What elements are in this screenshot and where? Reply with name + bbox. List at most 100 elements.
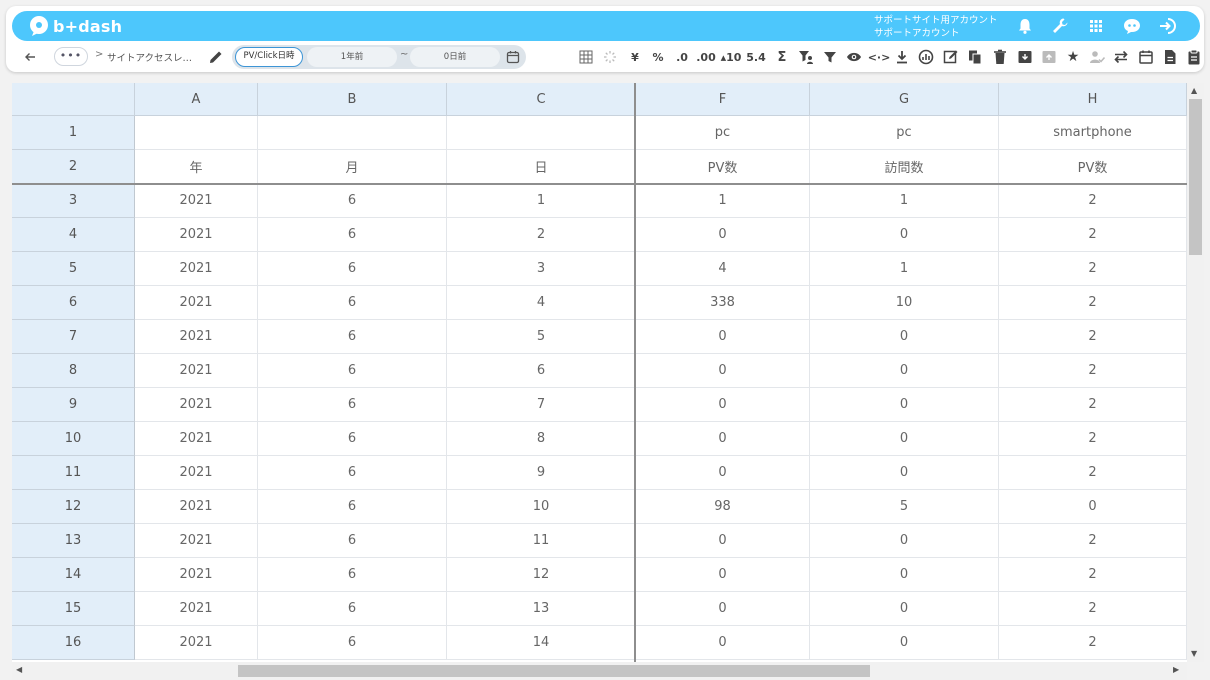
grid-cell[interactable]: 8 <box>447 422 636 456</box>
row-header[interactable]: 13 <box>12 524 135 558</box>
grid-cell[interactable]: 0 <box>810 626 999 660</box>
row-header[interactable]: 2 <box>12 150 135 184</box>
grid-cell[interactable]: 2 <box>999 388 1187 422</box>
grid-cell[interactable]: 1 <box>636 184 810 218</box>
grid-cell[interactable]: 2 <box>999 354 1187 388</box>
row-header[interactable]: 12 <box>12 490 135 524</box>
edit-note-icon[interactable] <box>942 48 960 66</box>
grid-cell[interactable]: 6 <box>447 354 636 388</box>
grid-cell[interactable]: 338 <box>636 286 810 320</box>
grid-cell[interactable]: 0 <box>810 388 999 422</box>
horizontal-scroll-thumb[interactable] <box>238 665 870 677</box>
grid-cell[interactable] <box>135 116 258 150</box>
account-info[interactable]: サポートサイト用アカウント サポートアカウント <box>874 14 998 40</box>
calendar-icon[interactable] <box>1137 48 1155 66</box>
column-header-f[interactable]: F <box>636 83 810 116</box>
grid-cell[interactable]: 2021 <box>135 286 258 320</box>
grid-cell[interactable]: 1 <box>447 184 636 218</box>
grid-cell[interactable]: 0 <box>636 456 810 490</box>
grid-cell[interactable]: 6 <box>258 218 447 252</box>
scroll-right-arrow[interactable]: ▶ <box>1173 665 1179 674</box>
grid-cell[interactable]: 2 <box>999 184 1187 218</box>
grid-cell[interactable]: 年 <box>135 150 258 184</box>
grid-cell[interactable]: 2021 <box>135 218 258 252</box>
grid-cell[interactable]: PV数 <box>636 150 810 184</box>
logo[interactable]: b+dash <box>28 15 122 37</box>
grid-cell[interactable]: 0 <box>636 218 810 252</box>
grid-cell[interactable]: 10 <box>447 490 636 524</box>
row-header[interactable]: 5 <box>12 252 135 286</box>
grid-cell[interactable]: 0 <box>999 490 1187 524</box>
grid-cell[interactable]: 6 <box>258 524 447 558</box>
grid-cell[interactable]: 2 <box>999 626 1187 660</box>
grid-cell[interactable]: 3 <box>447 252 636 286</box>
pencil-icon[interactable] <box>208 49 224 65</box>
copy-icon[interactable] <box>966 48 984 66</box>
grid-cell[interactable]: 0 <box>810 218 999 252</box>
wrench-icon[interactable] <box>1051 17 1069 35</box>
column-header-c[interactable]: C <box>447 83 636 116</box>
download-icon[interactable] <box>893 48 911 66</box>
grid-cell[interactable]: 2021 <box>135 320 258 354</box>
scroll-left-arrow[interactable]: ◀ <box>16 665 22 674</box>
row-header[interactable]: 6 <box>12 286 135 320</box>
column-header-a[interactable]: A <box>135 83 258 116</box>
grid-cell[interactable]: 12 <box>447 558 636 592</box>
grid-cell[interactable]: 2 <box>999 252 1187 286</box>
grid-cell[interactable]: 0 <box>810 320 999 354</box>
grid-cell[interactable]: 2 <box>999 218 1187 252</box>
grid-cell[interactable]: 6 <box>258 354 447 388</box>
grid-cell[interactable]: 7 <box>447 388 636 422</box>
row-header[interactable]: 7 <box>12 320 135 354</box>
vertical-scrollbar[interactable]: ▲ ▼ <box>1187 83 1204 662</box>
grid-cell[interactable]: pc <box>810 116 999 150</box>
grid-cell[interactable] <box>258 116 447 150</box>
eye-icon[interactable] <box>845 48 863 66</box>
range-type-button[interactable]: PV/Click日時 <box>235 47 303 67</box>
grid-cell[interactable]: 10 <box>810 286 999 320</box>
table-layout-icon[interactable] <box>577 48 595 66</box>
grid-cell[interactable]: 2021 <box>135 422 258 456</box>
grid-cell[interactable]: 9 <box>447 456 636 490</box>
grid-cell[interactable]: 2021 <box>135 626 258 660</box>
grid-cell[interactable]: 6 <box>258 422 447 456</box>
grid-cell[interactable]: 6 <box>258 456 447 490</box>
grid-cell[interactable]: 0 <box>636 592 810 626</box>
row-header[interactable]: 8 <box>12 354 135 388</box>
grid-cell[interactable]: 0 <box>636 422 810 456</box>
grid-cell[interactable]: 0 <box>810 354 999 388</box>
grid-cell[interactable]: 2021 <box>135 252 258 286</box>
grid-cell[interactable]: 0 <box>636 524 810 558</box>
star-icon[interactable]: ★ <box>1064 48 1082 66</box>
grid-cell[interactable]: 6 <box>258 252 447 286</box>
column-header-h[interactable]: H <box>999 83 1187 116</box>
grid-cell[interactable]: 5 <box>810 490 999 524</box>
column-header-g[interactable]: G <box>810 83 999 116</box>
grid-cell[interactable]: 2021 <box>135 490 258 524</box>
grid-cell[interactable]: 0 <box>636 320 810 354</box>
loading-icon[interactable] <box>601 48 619 66</box>
user-check-icon[interactable] <box>1088 48 1106 66</box>
grid-cell[interactable]: 6 <box>258 320 447 354</box>
row-header[interactable]: 10 <box>12 422 135 456</box>
grid-cell[interactable]: 1 <box>810 184 999 218</box>
row-header[interactable]: 4 <box>12 218 135 252</box>
filter-icon[interactable] <box>821 48 839 66</box>
document-icon[interactable] <box>1161 48 1179 66</box>
grid-cell[interactable]: 0 <box>636 388 810 422</box>
grid-cell[interactable]: pc <box>636 116 810 150</box>
horizontal-scrollbar[interactable]: ◀ ▶ <box>12 662 1187 680</box>
grid-cell[interactable]: 2 <box>447 218 636 252</box>
row-header[interactable]: 3 <box>12 184 135 218</box>
range-to-field[interactable]: 0日前 <box>410 47 500 67</box>
grid-cell[interactable]: 2 <box>999 524 1187 558</box>
grid-cell[interactable]: 2 <box>999 286 1187 320</box>
archive-icon[interactable] <box>1016 48 1034 66</box>
percent-format-button[interactable]: % <box>649 48 667 66</box>
decimal-decrease-button[interactable]: .0 <box>673 48 691 66</box>
clipboard-icon[interactable] <box>1185 48 1203 66</box>
logout-icon[interactable] <box>1158 17 1176 35</box>
grid-cell[interactable]: 2021 <box>135 592 258 626</box>
scroll-up-arrow[interactable]: ▲ <box>1191 86 1197 95</box>
row-header[interactable]: 15 <box>12 592 135 626</box>
